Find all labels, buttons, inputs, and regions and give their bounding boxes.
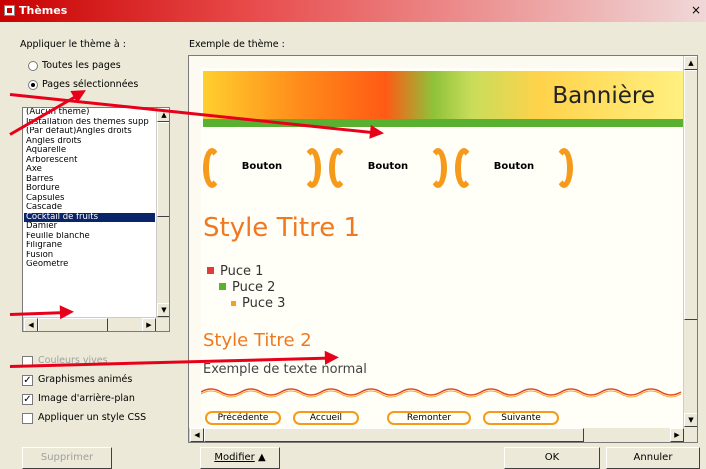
nav-button-label: Bouton [241,161,283,172]
preview-label: Exemple de thème : [189,39,285,50]
scroll-right-icon[interactable]: ▶ [670,428,684,442]
theme-list-item[interactable]: Damier [24,222,155,232]
option-checkbox[interactable]: ✓ [22,375,33,386]
scroll-down-icon[interactable]: ▼ [157,303,169,317]
radio-all-pages[interactable] [28,61,38,71]
bullet-1: Puce 1 [207,264,263,279]
theme-list-vscroll[interactable]: ▲ ▼ [156,108,169,317]
theme-list-item[interactable]: Fusion [24,251,155,261]
chevron-up-icon: ▲ [257,452,266,463]
nav-prev: Précédente [205,411,281,425]
nav-button-3: Bouton [455,148,573,188]
nav-button-2: Bouton [329,148,447,188]
theme-list-item[interactable]: Bordure [24,184,155,194]
nav-button-1: Bouton [203,148,321,188]
radio-selected-label: Pages sélectionnées [42,79,139,90]
bullet-2-text: Puce 2 [232,280,276,295]
theme-list-item[interactable]: Arborescent [24,156,155,166]
normal-text-sample: Exemple de texte normal [203,362,367,377]
bullet-3: Puce 3 [231,296,285,311]
theme-list-item[interactable]: Cascade [24,203,155,213]
theme-list-item[interactable]: Installation des thèmes supp [24,118,155,128]
theme-list-item[interactable]: (Par défaut)Angles droits [24,127,155,137]
radio-all-label: Toutes les pages [42,60,121,71]
bullet-2: Puce 2 [219,280,275,295]
nav-next: Suivante [483,411,559,425]
window-title: Thèmes [19,4,68,17]
modify-button[interactable]: Modifier ▲ [200,447,280,469]
scroll-left-icon[interactable]: ◀ [190,428,204,442]
preview-hscroll-thumb[interactable] [204,428,584,442]
banner-image: Bannière [203,71,683,119]
hscroll-thumb[interactable] [38,318,108,331]
theme-list-item[interactable]: Feuille blanche [24,232,155,242]
option-label: Image d'arrière-plan [38,393,135,404]
nav-button-label: Bouton [367,161,409,172]
scroll-thumb[interactable] [157,122,169,217]
option-checkbox[interactable] [22,413,33,424]
theme-list-item[interactable]: Géomètre [24,260,155,270]
radio-selected-pages[interactable] [28,80,38,90]
bullet-1-text: Puce 1 [220,264,264,279]
theme-list-item[interactable]: Aquarelle [24,146,155,156]
apply-label: Appliquer le thème à : [20,39,126,50]
scroll-left-icon[interactable]: ◀ [24,318,38,331]
bullet-3-text: Puce 3 [242,296,286,311]
option-checkbox[interactable]: ✓ [22,394,33,405]
preview-vscroll[interactable]: ▲ ▼ [683,56,697,428]
theme-list-item[interactable]: Angles droits [24,137,155,147]
ok-button[interactable]: OK [504,447,600,469]
nav-home: Accueil [293,411,359,425]
scroll-up-icon[interactable]: ▲ [684,56,697,70]
scroll-down-icon[interactable]: ▼ [684,413,697,427]
banner-text: Bannière [552,83,655,109]
option-label: Graphismes animés [38,374,133,385]
nav-up: Remonter [387,411,471,425]
app-icon [4,5,15,16]
theme-list[interactable]: (Aucun thème) Installation des thèmes sup… [22,107,170,332]
theme-list-item[interactable]: Barres [24,175,155,185]
delete-button[interactable]: Supprimer [22,447,112,469]
theme-preview: Bannière Bouton Bouton Bouton Style Titr… [188,55,698,443]
nav-button-label: Bouton [493,161,535,172]
preview-hscroll[interactable]: ◀ ▶ [189,428,697,442]
option-label: Appliquer un style CSS [38,412,147,423]
wave-divider [201,388,682,398]
theme-list-items: (Aucun thème) Installation des thèmes sup… [24,108,155,270]
title-bar: Thèmes × [0,0,706,22]
theme-list-item[interactable]: Cocktail de fruits [24,212,155,222]
theme-list-hscroll[interactable]: ◀ ▶ [23,317,169,331]
theme-list-item[interactable]: Capsules [24,194,155,204]
close-icon[interactable]: × [689,4,703,18]
heading-2-sample: Style Titre 2 [203,330,312,351]
heading-1-sample: Style Titre 1 [203,213,360,243]
cancel-button[interactable]: Annuler [606,447,700,469]
theme-list-item[interactable]: Filigrane [24,241,155,251]
modify-label: Modifier [214,452,255,463]
preview-scroll-thumb[interactable] [684,70,697,320]
scroll-right-icon[interactable]: ▶ [142,318,156,331]
theme-list-item[interactable]: Axe [24,165,155,175]
